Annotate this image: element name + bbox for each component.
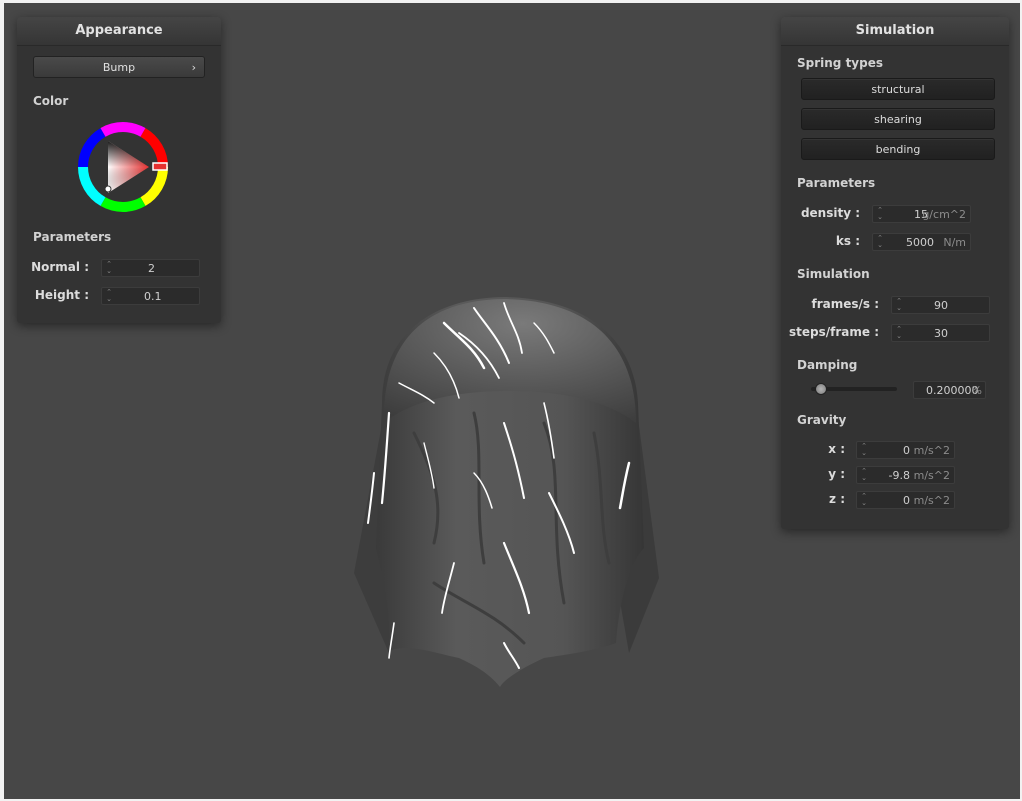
normal-value: 2 [148,262,155,275]
chevron-right-icon: › [191,61,196,74]
shader-select[interactable]: Bump › [33,56,205,78]
density-unit: g/cm^2 [922,208,966,221]
gravity-z-value: 0 [903,494,910,507]
density-input[interactable]: ⌃ ⌄ 15 g/cm^2 [872,205,971,223]
appearance-panel-title[interactable]: Appearance [17,17,221,46]
spinner-arrows-icon[interactable]: ⌃ ⌄ [876,235,884,249]
gravity-z-input[interactable]: ⌃ ⌄ 0 m/s^2 [856,491,955,509]
gravity-x-value: 0 [903,444,910,457]
damping-label: Damping [797,358,858,372]
cloth-mesh [354,297,659,687]
gravity-x-input[interactable]: ⌃ ⌄ 0 m/s^2 [856,441,955,459]
ks-value: 5000 [906,236,934,249]
simulation-parameters-label: Parameters [797,176,876,190]
simulation-panel: Simulation Spring types structural shear… [781,17,1009,529]
steps-per-frame-input[interactable]: ⌃ ⌄ 30 [891,324,990,342]
gravity-label: Gravity [797,413,847,427]
shader-select-value: Bump [102,61,136,74]
normal-label: Normal : [31,260,89,274]
spinner-arrows-icon[interactable]: ⌃ ⌄ [105,289,113,303]
appearance-panel: Appearance Bump › Color Parameters Norma… [17,17,221,323]
frames-per-second-input[interactable]: ⌃ ⌄ 90 [891,296,990,314]
color-section-label: Color [33,94,69,108]
height-value: 0.1 [144,290,162,303]
damping-unit: % [971,384,982,397]
simulation-section-label: Simulation [797,267,870,281]
frames-per-second-value: 90 [934,299,948,312]
gravity-y-unit: m/s^2 [913,469,950,482]
gravity-z-label: z : [829,492,845,506]
simulation-panel-title[interactable]: Simulation [781,17,1009,46]
gravity-x-unit: m/s^2 [913,444,950,457]
shearing-toggle-button[interactable]: shearing [801,108,995,130]
spinner-arrows-icon[interactable]: ⌃ ⌄ [860,443,868,457]
spinner-arrows-icon[interactable]: ⌃ ⌄ [895,298,903,312]
gravity-z-unit: m/s^2 [913,494,950,507]
gravity-y-label: y : [828,467,845,481]
damping-slider-knob[interactable] [814,383,827,395]
spinner-arrows-icon[interactable]: ⌃ ⌄ [895,326,903,340]
ks-label: ks : [835,234,860,248]
damping-input[interactable]: 0.200000 % [913,381,986,399]
bending-toggle-button[interactable]: bending [801,138,995,160]
spinner-arrows-icon[interactable]: ⌃ ⌄ [860,468,868,482]
normal-input[interactable]: ⌃ ⌄ 2 [101,259,200,277]
spinner-arrows-icon[interactable]: ⌃ ⌄ [876,207,884,221]
steps-per-frame-label: steps/frame : [789,325,879,339]
ks-unit: N/m [943,236,966,249]
frames-per-second-label: frames/s : [811,297,879,311]
ks-input[interactable]: ⌃ ⌄ 5000 N/m [872,233,971,251]
height-input[interactable]: ⌃ ⌄ 0.1 [101,287,200,305]
appearance-parameters-label: Parameters [33,230,112,244]
gravity-y-value: -9.8 [888,469,910,482]
density-label: density : [800,206,860,220]
spinner-arrows-icon[interactable]: ⌃ ⌄ [105,261,113,275]
gravity-y-input[interactable]: ⌃ ⌄ -9.8 m/s^2 [856,466,955,484]
structural-toggle-button[interactable]: structural [801,78,995,100]
spinner-arrows-icon[interactable]: ⌃ ⌄ [860,493,868,507]
spring-types-label: Spring types [797,56,884,70]
color-wheel-icon[interactable] [75,119,171,215]
steps-per-frame-value: 30 [934,327,948,340]
height-label: Height : [34,288,89,302]
gravity-x-label: x : [828,442,845,456]
